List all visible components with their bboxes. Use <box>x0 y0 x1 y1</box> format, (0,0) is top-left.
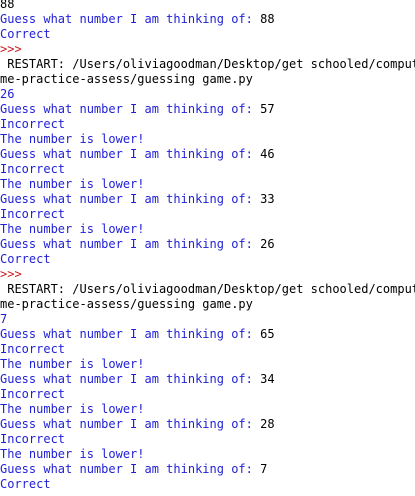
shell-output-line: Incorrect <box>0 342 66 356</box>
shell-input-text: 65 <box>260 327 275 341</box>
shell-input-text: 28 <box>260 417 275 431</box>
shell-line-prompt-input: Guess what number I am thinking of: 65 <box>0 327 415 342</box>
shell-prompt-text: Guess what number I am thinking of: <box>0 327 261 341</box>
shell-output-line: The number is lower! <box>0 177 145 191</box>
shell-output-line: Incorrect <box>0 207 66 221</box>
shell-line-prompt-input: Guess what number I am thinking of: 26 <box>0 237 415 252</box>
shell-output-line: Correct <box>0 477 51 491</box>
shell-output-line: The number is lower! <box>0 132 145 146</box>
shell-output-line: The number is lower! <box>0 222 145 236</box>
shell-output-line: The number is lower! <box>0 447 145 461</box>
shell-line-prompt-input: Guess what number I am thinking of: 28 <box>0 417 415 432</box>
shell-prompt-marker: >>> <box>0 42 22 56</box>
shell-line-prompt-input: Guess what number I am thinking of: 33 <box>0 192 415 207</box>
shell-output-line: Incorrect <box>0 387 66 401</box>
shell-output-line: The number is lower! <box>0 357 145 371</box>
shell-output-line: 7 <box>0 312 8 326</box>
shell-input-line: 88 <box>0 0 15 11</box>
shell-output-line: 26 <box>0 87 15 101</box>
shell-restart-line: me-practice-assess/guessing game.py <box>0 72 253 86</box>
shell-prompt-text: Guess what number I am thinking of: <box>0 417 261 431</box>
shell-line-prompt-input: Guess what number I am thinking of: 7 <box>0 462 415 477</box>
shell-line-prompt-input: Guess what number I am thinking of: 88 <box>0 12 415 27</box>
shell-restart-line: RESTART: /Users/oliviagoodman/Desktop/ge… <box>0 282 415 296</box>
shell-line-prompt-input: Guess what number I am thinking of: 34 <box>0 372 415 387</box>
shell-prompt-marker: >>> <box>0 267 22 281</box>
shell-output-line: Correct <box>0 27 51 41</box>
shell-output-line: Correct <box>0 252 51 266</box>
shell-prompt-text: Guess what number I am thinking of: <box>0 192 261 206</box>
shell-input-text: 34 <box>260 372 275 386</box>
shell-input-text: 7 <box>260 462 268 476</box>
shell-input-text: 88 <box>260 12 275 26</box>
shell-line-prompt-input: Guess what number I am thinking of: 46 <box>0 147 415 162</box>
shell-prompt-text: Guess what number I am thinking of: <box>0 102 261 116</box>
shell-prompt-text: Guess what number I am thinking of: <box>0 237 261 251</box>
shell-output-line: Incorrect <box>0 162 66 176</box>
shell-output-line: Incorrect <box>0 117 66 131</box>
shell-input-text: 26 <box>260 237 275 251</box>
shell-prompt-text: Guess what number I am thinking of: <box>0 12 261 26</box>
shell-output-line: The number is lower! <box>0 402 145 416</box>
shell-line-prompt-input: Guess what number I am thinking of: 57 <box>0 102 415 117</box>
shell-prompt-text: Guess what number I am thinking of: <box>0 147 261 161</box>
shell-input-text: 33 <box>260 192 275 206</box>
shell-prompt-text: Guess what number I am thinking of: <box>0 462 261 476</box>
shell-restart-line: RESTART: /Users/oliviagoodman/Desktop/ge… <box>0 57 415 71</box>
python-shell-output[interactable]: 88 Guess what number I am thinking of: 88… <box>0 0 415 496</box>
shell-input-text: 57 <box>260 102 275 116</box>
shell-restart-line: me-practice-assess/guessing game.py <box>0 297 253 311</box>
shell-input-text: 46 <box>260 147 275 161</box>
shell-prompt-text: Guess what number I am thinking of: <box>0 372 261 386</box>
shell-output-line: Incorrect <box>0 432 66 446</box>
